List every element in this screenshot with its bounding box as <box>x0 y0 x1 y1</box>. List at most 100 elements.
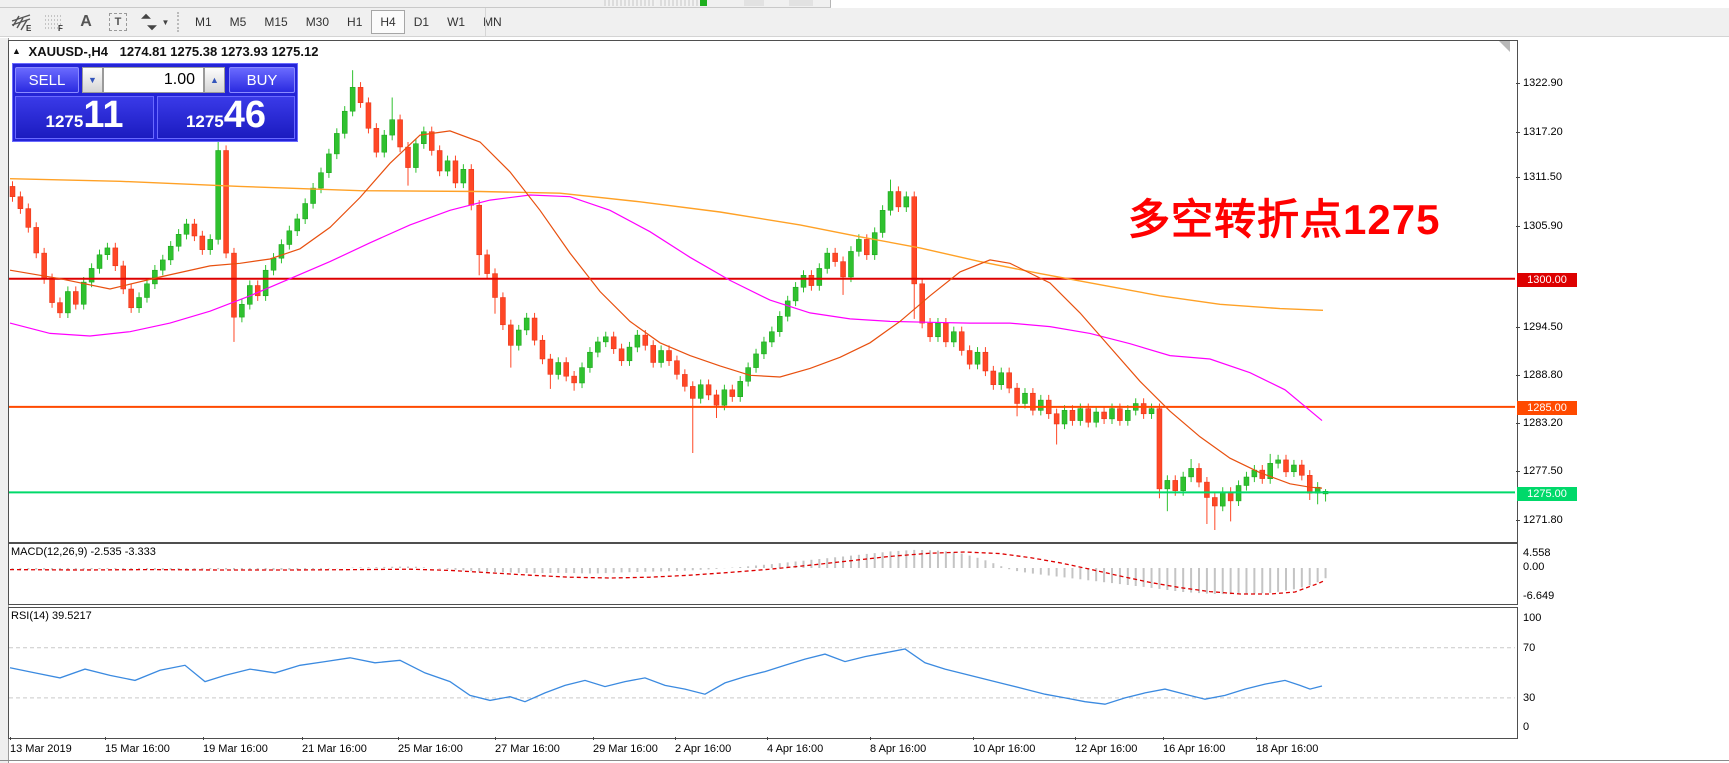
time-axis-label: 13 Mar 2019 <box>10 743 72 755</box>
price-axis-tick <box>1516 471 1520 472</box>
macd-signal-line <box>10 552 1323 594</box>
volume-decrease-button[interactable]: ▼ <box>82 67 103 93</box>
time-axis-label: 29 Mar 16:00 <box>593 743 658 755</box>
sell-price-pips: 11 <box>83 97 123 133</box>
one-click-trading-panel: SELL ▼ ▲ BUY 127511 127546 <box>12 63 298 142</box>
buy-price-display[interactable]: 127546 <box>157 96 295 139</box>
sell-price-main: 1275 <box>46 112 84 132</box>
macd-group <box>10 550 1326 594</box>
dropdown-caret-icon[interactable]: ▼ <box>162 18 170 27</box>
text-label-icon[interactable]: A <box>72 9 100 35</box>
time-axis-tick <box>675 737 676 740</box>
time-axis-tick <box>870 737 871 740</box>
toolbar-separator <box>485 8 486 36</box>
time-axis-label: 12 Apr 16:00 <box>1075 743 1137 755</box>
toolbar-fragment-green <box>700 0 707 6</box>
tf-button-D1[interactable]: D1 <box>405 10 438 34</box>
tf-button-H4[interactable]: H4 <box>371 10 404 34</box>
timeframe-bar: M1M5M15M30H1H4D1W1MN <box>186 10 511 34</box>
price-axis-label: 1317.20 <box>1523 126 1563 138</box>
price-axis-label: 1311.50 <box>1523 171 1562 183</box>
time-axis-tick <box>1075 737 1076 740</box>
price-axis-tick <box>1516 226 1520 227</box>
tf-button-W1[interactable]: W1 <box>438 10 474 34</box>
time-axis-tick <box>203 737 204 740</box>
tf-button-H1[interactable]: H1 <box>338 10 371 34</box>
time-axis-label: 10 Apr 16:00 <box>973 743 1035 755</box>
time-axis-label: 16 Apr 16:00 <box>1163 743 1225 755</box>
tf-button-M5[interactable]: M5 <box>221 10 256 34</box>
price-line-badge: 1285.00 <box>1517 401 1577 415</box>
price-axis-tick <box>1516 375 1520 376</box>
rsi-group <box>9 648 1515 704</box>
buy-price-main: 1275 <box>186 112 224 132</box>
toolbar: E F A T ▼ M1M5M15M30H1H4D1W1MN <box>0 8 1729 37</box>
toolbar-fragment <box>604 0 656 6</box>
time-axis-label: 27 Mar 16:00 <box>495 743 560 755</box>
time-axis-label: 2 Apr 16:00 <box>675 743 731 755</box>
rsi-axis-label: 30 <box>1523 692 1535 704</box>
volume-increase-button[interactable]: ▲ <box>204 67 225 93</box>
tf-button-M30[interactable]: M30 <box>297 10 338 34</box>
price-axis-label: 1283.20 <box>1523 417 1563 429</box>
time-axis-tick <box>973 737 974 740</box>
time-axis-tick <box>302 737 303 740</box>
time-axis-tick <box>1163 737 1164 740</box>
price-axis-tick <box>1516 327 1520 328</box>
time-axis-tick <box>10 737 11 740</box>
chart-title: ▲ XAUUSD-,H4 1274.81 1275.38 1273.93 127… <box>12 44 318 59</box>
symbol-triangle-icon: ▲ <box>12 46 21 56</box>
price-axis-label: 1294.50 <box>1523 321 1563 333</box>
time-axis-label: 19 Mar 16:00 <box>203 743 268 755</box>
ohlc-values: 1274.81 1275.38 1273.93 1275.12 <box>120 44 319 59</box>
top-toolbar-strip <box>0 0 831 8</box>
time-axis-tick <box>767 737 768 740</box>
buy-price-pips: 46 <box>224 97 266 133</box>
svg-text:F: F <box>58 24 63 32</box>
price-line-badge: 1300.00 <box>1517 273 1577 287</box>
time-axis-tick <box>593 737 594 740</box>
toolbar-drag-handle[interactable] <box>177 12 179 32</box>
rsi-axis-label: 100 <box>1523 612 1541 624</box>
macd-label: MACD(12,26,9) -2.535 -3.333 <box>11 546 156 558</box>
time-axis-tick <box>1256 737 1257 740</box>
time-axis-label: 15 Mar 16:00 <box>105 743 170 755</box>
text-box-icon[interactable]: T <box>104 9 132 35</box>
time-axis-tick <box>495 737 496 740</box>
toolbar-fragment <box>789 0 813 6</box>
price-axis-tick <box>1516 177 1520 178</box>
time-axis-label: 8 Apr 16:00 <box>870 743 926 755</box>
tf-button-M15[interactable]: M15 <box>255 10 296 34</box>
buy-button[interactable]: BUY <box>229 67 295 93</box>
symbol-timeframe: XAUUSD-,H4 <box>29 44 108 59</box>
time-axis-tick <box>398 737 399 740</box>
sell-price-display[interactable]: 127511 <box>15 96 154 139</box>
price-axis-tick <box>1516 132 1520 133</box>
price-axis-label: 1271.80 <box>1523 514 1563 526</box>
autoscroll-corner-icon[interactable] <box>1499 41 1510 52</box>
tf-button-MN[interactable]: MN <box>474 10 511 34</box>
arrows-tool-icon[interactable]: ▼ <box>136 9 172 35</box>
price-line-badge: 1275.00 <box>1517 487 1577 501</box>
svg-text:E: E <box>26 24 32 32</box>
price-axis-label: 1305.90 <box>1523 220 1563 232</box>
rsi-axis-label: 70 <box>1523 642 1535 654</box>
indicators-expert-icon[interactable]: E <box>8 9 36 35</box>
time-axis-label: 21 Mar 16:00 <box>302 743 367 755</box>
rsi-line <box>10 649 1322 704</box>
grid-forecast-icon[interactable]: F <box>40 9 68 35</box>
chart-annotation: 多空转折点1275 <box>1128 186 1440 247</box>
ma-mid-magenta-line <box>10 195 1322 421</box>
toolbar-fragment <box>744 0 764 6</box>
macd-axis-label: 4.558 <box>1523 547 1551 559</box>
time-axis-tick <box>105 737 106 740</box>
sell-button[interactable]: SELL <box>15 67 79 93</box>
macd-axis-label: 0.00 <box>1523 561 1544 573</box>
time-axis-label: 25 Mar 16:00 <box>398 743 463 755</box>
price-axis-label: 1288.80 <box>1523 369 1563 381</box>
toolbar-fragment <box>660 0 698 6</box>
tf-button-M1[interactable]: M1 <box>186 10 221 34</box>
rsi-label: RSI(14) 39.5217 <box>11 610 92 622</box>
time-axis-label: 4 Apr 16:00 <box>767 743 823 755</box>
volume-input[interactable] <box>103 67 204 93</box>
